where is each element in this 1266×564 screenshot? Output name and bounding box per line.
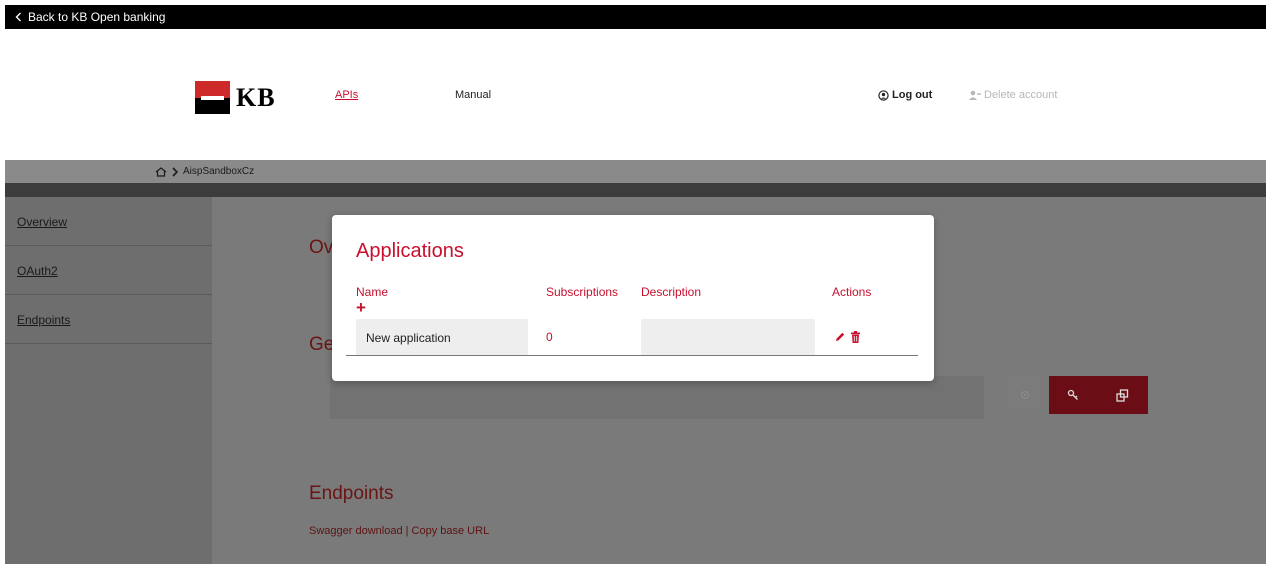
pencil-icon[interactable]: [834, 331, 846, 343]
sidebar-item-oauth2[interactable]: OAuth2: [5, 246, 212, 295]
breadcrumb-divider: [5, 183, 1266, 197]
row-divider: [346, 355, 918, 356]
key-icon: [1067, 389, 1078, 400]
page: Back to KB Open banking KB APIs Manual L…: [0, 0, 1266, 564]
modal-title: Applications: [356, 240, 464, 262]
nav-manual[interactable]: Manual: [455, 89, 491, 101]
user-circle-icon: [878, 89, 889, 101]
kb-logo-mark: [195, 81, 230, 114]
swagger-links[interactable]: Swagger download | Copy base URL: [309, 525, 489, 537]
show-key-button[interactable]: [1002, 376, 1047, 414]
column-header-actions: Actions: [832, 285, 872, 299]
copy-icon: [1115, 388, 1128, 402]
add-application-button[interactable]: +: [356, 299, 366, 316]
application-name-field[interactable]: [356, 319, 528, 356]
column-header-name: Name: [356, 285, 389, 299]
trash-icon[interactable]: [850, 331, 861, 343]
chevron-left-icon: [15, 12, 21, 22]
site-header: KB APIs Manual Log out Delete account: [5, 29, 1266, 160]
sidebar: Overview OAuth2 Endpoints: [5, 197, 212, 564]
back-link[interactable]: Back to KB Open banking: [15, 10, 165, 24]
copy-key-button[interactable]: [1096, 376, 1148, 414]
kb-logo-text: KB: [236, 82, 276, 112]
general-heading: Ge: [309, 334, 335, 355]
column-header-description: Description: [641, 285, 702, 299]
applications-modal: Applications Name Subscriptions Descript…: [332, 215, 934, 381]
eye-icon: [1020, 390, 1029, 400]
breadcrumb-current: AispSandboxCz: [183, 166, 255, 177]
logout-label: Log out: [892, 89, 933, 101]
subscriptions-count: 0: [546, 330, 553, 344]
user-delete-icon: [969, 90, 981, 100]
home-icon[interactable]: [155, 166, 167, 177]
logout-link[interactable]: Log out: [878, 89, 932, 101]
sidebar-item-endpoints[interactable]: Endpoints: [5, 295, 212, 344]
api-key-field[interactable]: [330, 376, 984, 419]
column-header-subscriptions: Subscriptions: [546, 285, 619, 299]
overview-heading: Ov: [309, 237, 334, 258]
breadcrumb: AispSandboxCz: [5, 160, 1266, 183]
sidebar-item-overview[interactable]: Overview: [5, 197, 212, 246]
top-strip: Back to KB Open banking: [5, 5, 1266, 29]
delete-account-label: Delete account: [984, 89, 1058, 101]
generate-key-button[interactable]: [1049, 376, 1096, 414]
kb-logo[interactable]: KB: [195, 81, 276, 114]
endpoints-heading: Endpoints: [309, 483, 394, 504]
application-description-field[interactable]: [641, 319, 815, 356]
chevron-right-icon: [172, 166, 179, 177]
back-link-label: Back to KB Open banking: [28, 10, 166, 24]
nav-apis[interactable]: APIs: [335, 89, 358, 101]
delete-account-link[interactable]: Delete account: [969, 89, 1057, 101]
